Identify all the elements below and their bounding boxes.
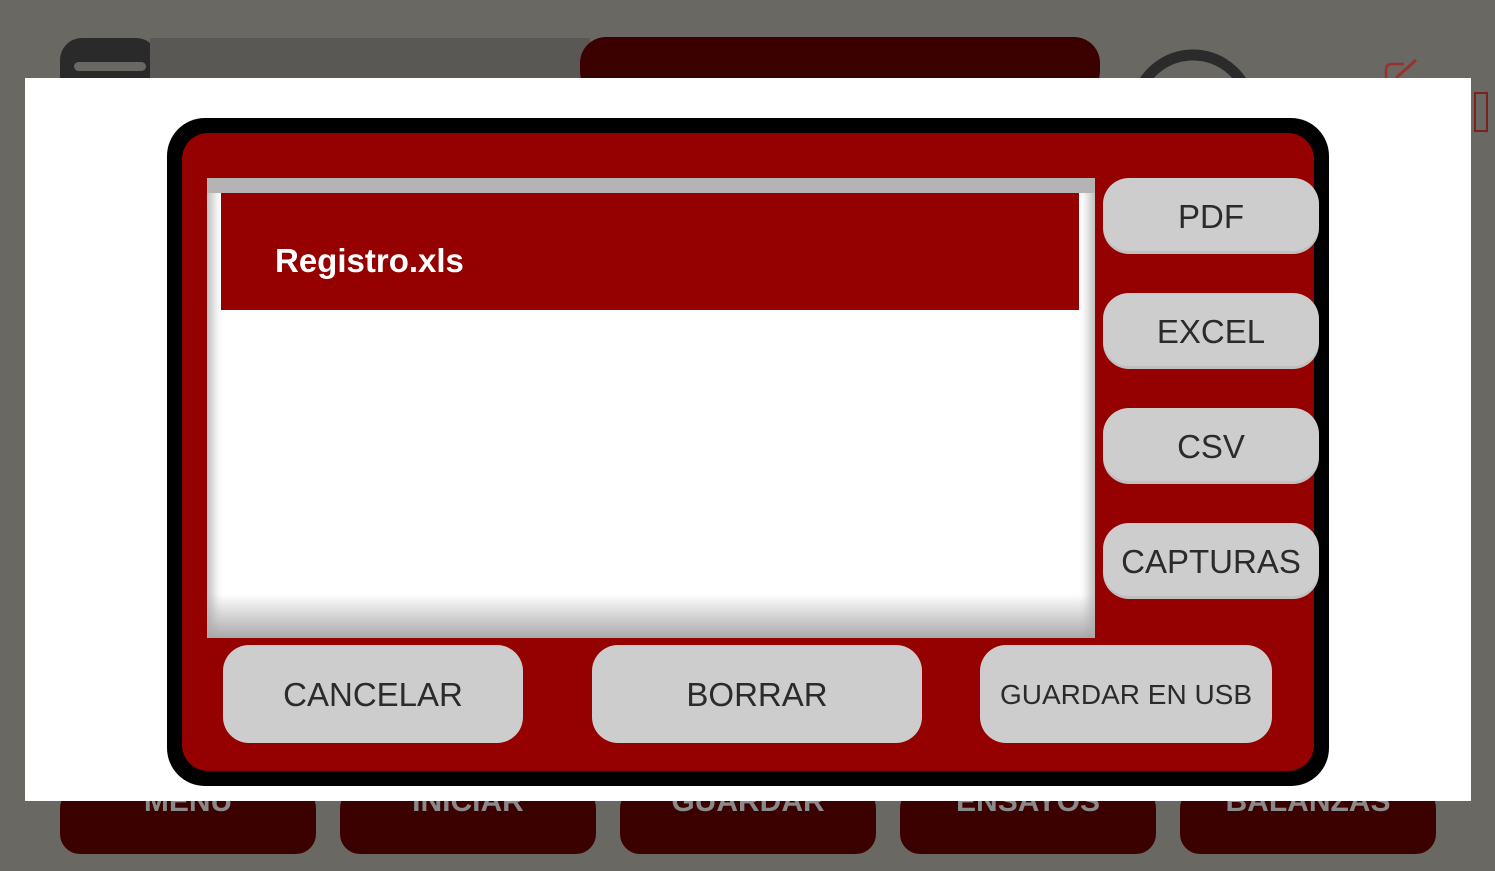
pdf-button[interactable]: PDF	[1103, 178, 1319, 254]
capturas-button[interactable]: CAPTURAS	[1103, 523, 1319, 599]
file-item-registro[interactable]: Registro.xls	[221, 193, 1079, 310]
cancel-button[interactable]: CANCELAR	[223, 645, 523, 743]
save-usb-button[interactable]: GUARDAR EN USB	[980, 645, 1272, 743]
export-dialog: Registro.xls PDF EXCEL CSV CAPTURAS CANC…	[167, 118, 1329, 786]
file-list[interactable]: Registro.xls	[207, 178, 1095, 638]
list-shadow	[207, 594, 1095, 638]
csv-button[interactable]: CSV	[1103, 408, 1319, 484]
side-indicator	[1474, 92, 1488, 132]
delete-button[interactable]: BORRAR	[592, 645, 922, 743]
excel-button[interactable]: EXCEL	[1103, 293, 1319, 369]
export-dialog-panel: Registro.xls PDF EXCEL CSV CAPTURAS CANC…	[182, 133, 1319, 771]
